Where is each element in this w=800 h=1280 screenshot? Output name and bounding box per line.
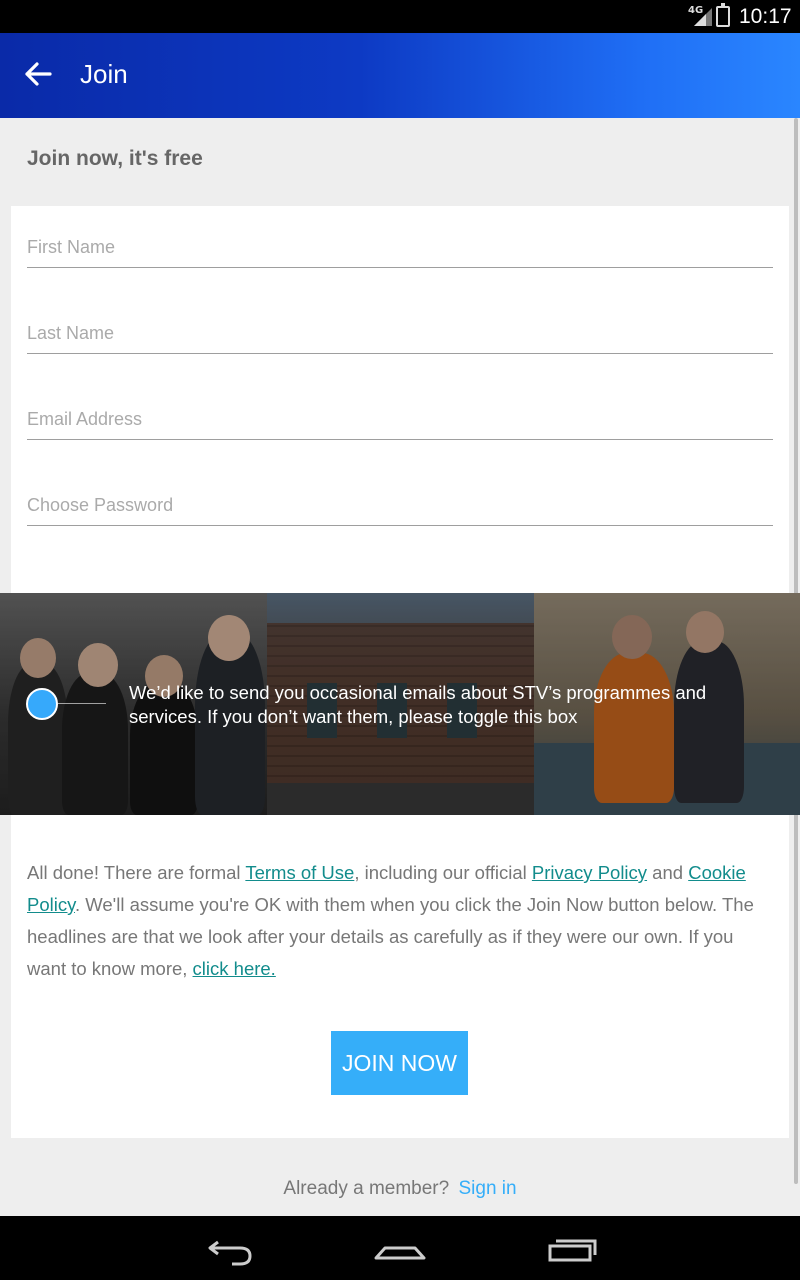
last-name-field[interactable] bbox=[27, 308, 773, 354]
form-heading: Join now, it's free bbox=[27, 147, 203, 170]
first-name-input[interactable] bbox=[27, 222, 773, 267]
marketing-text: We’d like to send you occasional emails … bbox=[129, 682, 707, 727]
signin-row: Already a member? Sign in bbox=[0, 1178, 800, 1200]
back-button[interactable] bbox=[14, 50, 62, 98]
nav-recents-button[interactable] bbox=[542, 1228, 602, 1268]
nav-recents-icon bbox=[548, 1239, 597, 1262]
already-member-text: Already a member? bbox=[283, 1178, 450, 1199]
status-time: 10:17 bbox=[739, 5, 792, 28]
arrow-left-icon bbox=[25, 62, 52, 86]
nav-home-button[interactable] bbox=[370, 1228, 430, 1268]
status-bar: 4G 10:17 bbox=[0, 0, 800, 33]
sign-in-link[interactable]: Sign in bbox=[458, 1178, 516, 1199]
battery-icon bbox=[716, 3, 730, 27]
password-field[interactable] bbox=[27, 480, 773, 526]
last-name-input[interactable] bbox=[27, 308, 773, 353]
marketing-toggle[interactable] bbox=[26, 688, 58, 720]
app-title: Join bbox=[80, 59, 128, 89]
signal-icon bbox=[694, 8, 712, 26]
nav-back-button[interactable] bbox=[200, 1228, 260, 1268]
marketing-opt-in-banner: We’d like to send you occasional emails … bbox=[0, 593, 800, 815]
join-now-button[interactable]: JOIN NOW bbox=[331, 1031, 468, 1095]
system-nav-bar bbox=[0, 1216, 800, 1280]
email-input[interactable] bbox=[27, 394, 773, 439]
app-bar: Join bbox=[0, 33, 800, 118]
email-field[interactable] bbox=[27, 394, 773, 440]
nav-back-icon bbox=[208, 1240, 252, 1266]
legal-text-part: . We'll assume you're OK with them when … bbox=[27, 894, 754, 979]
privacy-policy-link[interactable]: Privacy Policy bbox=[532, 862, 647, 883]
terms-of-use-link[interactable]: Terms of Use bbox=[245, 862, 354, 883]
click-here-link[interactable]: click here. bbox=[193, 958, 276, 979]
toggle-track bbox=[58, 703, 106, 704]
legal-text-part: All done! There are formal bbox=[27, 862, 246, 883]
legal-text-part: , including our official bbox=[354, 862, 532, 883]
legal-text-part: and bbox=[647, 862, 689, 883]
password-input[interactable] bbox=[27, 480, 773, 525]
legal-text: All done! There are formal Terms of Use,… bbox=[27, 857, 772, 985]
first-name-field[interactable] bbox=[27, 222, 773, 268]
nav-home-icon bbox=[374, 1246, 426, 1260]
